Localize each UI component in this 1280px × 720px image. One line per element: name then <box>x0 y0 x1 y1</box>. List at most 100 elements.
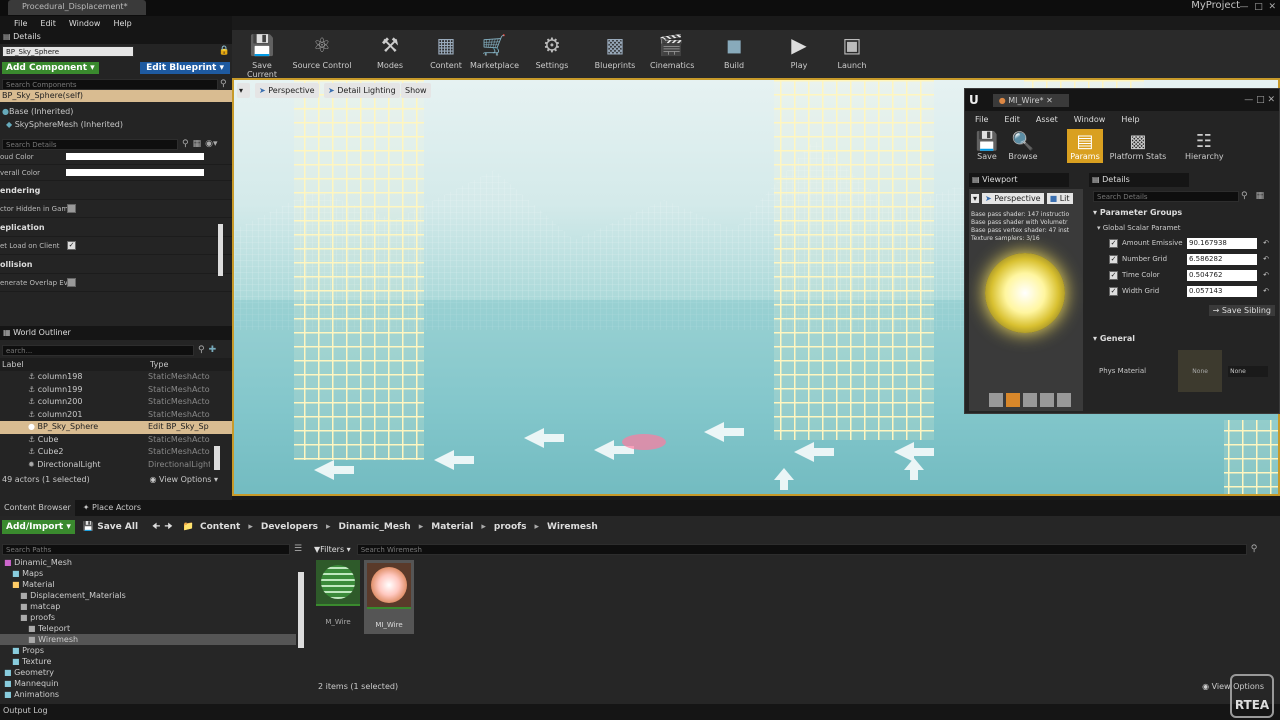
outliner-row[interactable]: ⚓ column201 StaticMeshActor <box>0 409 232 422</box>
column-label-header[interactable]: Label <box>0 360 150 369</box>
menu-edit[interactable]: Edit <box>40 19 56 28</box>
modes-button[interactable]: ⚒ Modes <box>372 33 408 70</box>
details-tab[interactable]: ▤ Details <box>0 30 232 44</box>
param-enable-checkbox[interactable]: ✓ <box>1109 254 1118 264</box>
save-current-button[interactable]: 💾 Save Current <box>236 33 288 79</box>
reset-icon[interactable]: ↶ <box>1263 255 1269 263</box>
mated-details-tab[interactable]: ▤ Details <box>1089 173 1189 187</box>
folder-tree-item[interactable]: ■ matcap <box>0 601 308 612</box>
window-controls[interactable]: — □ ✕ <box>1240 2 1277 12</box>
search-paths-input[interactable]: Search Paths <box>2 543 290 555</box>
folder-tree-item[interactable]: ■ Material <box>0 579 308 590</box>
mated-hierarchy-button[interactable]: ☷ Hierarchy <box>1185 131 1224 161</box>
mated-lit-button[interactable]: ■ Lit <box>1046 193 1073 204</box>
place-actors-tab[interactable]: ✦ Place Actors <box>75 500 149 516</box>
breadcrumb-proofs[interactable]: proofs <box>494 522 527 532</box>
mated-menu-edit[interactable]: Edit <box>1004 115 1020 124</box>
add-component-button[interactable]: Add Component ▾ <box>2 62 99 74</box>
content-browser-tab[interactable]: Content Browser <box>0 500 75 516</box>
list-icon[interactable]: ☰ <box>294 544 302 554</box>
output-log-tab[interactable]: Output Log <box>0 704 1280 720</box>
param-enable-checkbox[interactable]: ✓ <box>1109 238 1118 248</box>
outliner-row[interactable]: ⚓ Cube2 StaticMeshActor <box>0 446 232 459</box>
mated-browse-button[interactable]: 🔍 Browse <box>1007 131 1039 161</box>
show-button[interactable]: Show <box>401 83 431 98</box>
outliner-row[interactable]: ⚓ Cube StaticMeshActor <box>0 434 232 447</box>
mated-perspective-button[interactable]: ➤ Perspective <box>982 193 1044 204</box>
component-base[interactable]: ●Base (Inherited) <box>0 105 232 118</box>
settings-button[interactable]: ⚙ Settings <box>534 33 570 70</box>
overlap-checkbox[interactable] <box>67 278 76 287</box>
save-all-button[interactable]: 💾 Save All <box>83 522 138 532</box>
mated-save-button[interactable]: 💾 Save <box>975 131 999 161</box>
column-type-header[interactable]: Type <box>150 360 168 369</box>
outliner-row[interactable]: ● BP_Sky_Sphere Edit BP_Sky_Sp <box>0 421 232 434</box>
source-control-button[interactable]: ⚛ Source Control <box>290 33 354 70</box>
net-load-checkbox[interactable]: ✓ <box>67 241 76 250</box>
search-components-input[interactable]: Search Components <box>2 78 218 90</box>
folder-tree-item[interactable]: ■ Props <box>0 645 308 656</box>
phys-material-thumbnail[interactable]: None <box>1178 350 1223 392</box>
param-value-input[interactable]: 0.504762 <box>1187 269 1257 281</box>
mated-menu-window[interactable]: Window <box>1074 115 1106 124</box>
play-button[interactable]: ▶ Play <box>786 33 812 70</box>
folder-tree-item[interactable]: ■ Displacement_Materials <box>0 590 308 601</box>
folder-tree-item[interactable]: ■ Teleport <box>0 623 308 634</box>
perspective-button[interactable]: ➤ Perspective <box>255 83 319 98</box>
asset-mi-wire[interactable]: MI_Wire <box>364 560 414 634</box>
asset-m-wire[interactable]: M_Wire <box>316 560 360 632</box>
cylinder-preview-button[interactable] <box>989 393 1003 407</box>
lock-icon[interactable]: 🔒 <box>219 46 230 56</box>
eye-icon[interactable]: ◉▾ <box>205 139 217 149</box>
folder-tree-item[interactable]: ■ Texture <box>0 656 308 667</box>
save-sibling-button[interactable]: → Save Sibling <box>1208 304 1275 316</box>
folder-tree-item[interactable]: ■ Dinamic_Mesh <box>0 557 308 568</box>
menu-window[interactable]: Window <box>69 19 101 28</box>
menu-help[interactable]: Help <box>113 19 131 28</box>
mated-viewport-tab[interactable]: ▤ Viewport <box>969 173 1069 187</box>
folder-tree-item[interactable]: ■ Geometry <box>0 667 308 678</box>
param-value-input[interactable]: 90.167938 <box>1187 237 1257 249</box>
cube-preview-button[interactable] <box>1040 393 1054 407</box>
back-button[interactable]: 🠈 <box>152 519 160 535</box>
folder-tree-item[interactable]: ■ Animations <box>0 689 308 700</box>
tree-scrollbar[interactable] <box>298 572 304 648</box>
param-enable-checkbox[interactable]: ✓ <box>1109 286 1118 296</box>
folder-tree-item[interactable]: ■ proofs <box>0 612 308 623</box>
mated-menu-asset[interactable]: Asset <box>1036 115 1058 124</box>
actor-name-field[interactable]: BP_Sky_Sphere <box>2 45 134 57</box>
search-assets-input[interactable]: Search Wiremesh <box>356 543 1247 555</box>
sphere-preview-button[interactable] <box>1006 393 1020 407</box>
outliner-row[interactable]: ⚓ column198 StaticMeshActor <box>0 371 232 384</box>
cloud-color-swatch[interactable] <box>66 153 204 160</box>
build-button[interactable]: ◼ Build <box>720 33 748 70</box>
cinematics-button[interactable]: 🎬 Cinematics <box>650 33 694 70</box>
plane-preview-button[interactable] <box>1023 393 1037 407</box>
grid-icon[interactable]: ▦ <box>193 139 202 149</box>
outliner-row[interactable]: ⚓ column199 StaticMeshActor <box>0 384 232 397</box>
category-replication[interactable]: eplication <box>0 218 232 237</box>
global-scalar-header[interactable]: ▾ Global Scalar Paramet <box>1089 221 1280 235</box>
forward-button[interactable]: 🠊 <box>164 519 172 535</box>
outliner-row-type[interactable]: Edit BP_Sky_Sp <box>148 421 210 434</box>
mi-wire-tab[interactable]: ● MI_Wire* ✕ <box>992 93 1069 107</box>
edit-blueprint-button[interactable]: Edit Blueprint ▾ <box>140 62 230 74</box>
mated-params-button[interactable]: ▤ Params <box>1067 129 1103 163</box>
mated-viewport-options[interactable]: ▾ <box>971 194 980 203</box>
outliner-view-options[interactable]: ◉ View Options ▾ <box>150 475 218 484</box>
blueprints-button[interactable]: ▩ Blueprints <box>594 33 636 70</box>
marketplace-button[interactable]: 🛒 Marketplace <box>470 33 519 70</box>
breadcrumb-wiremesh[interactable]: Wiremesh <box>547 522 598 532</box>
document-tab[interactable]: Procedural_Displacement* <box>8 0 146 15</box>
grid-icon[interactable]: ▦ <box>1256 191 1265 201</box>
new-folder-icon[interactable]: ✚ <box>209 345 217 355</box>
component-self[interactable]: BP_Sky_Sphere(self) <box>0 90 232 102</box>
param-value-input[interactable]: 0.057143 <box>1187 285 1257 297</box>
details-scrollbar[interactable] <box>218 224 223 276</box>
detail-lighting-button[interactable]: ➤ Detail Lighting <box>324 83 400 98</box>
reset-icon[interactable]: ↶ <box>1263 239 1269 247</box>
search-details-input[interactable]: Search Details <box>2 138 178 150</box>
phys-material-dropdown[interactable]: None <box>1228 365 1269 377</box>
mated-preview[interactable]: ▾ ➤ Perspective ■ Lit Base pass shader: … <box>969 189 1083 411</box>
breadcrumb-content[interactable]: Content <box>200 522 240 532</box>
